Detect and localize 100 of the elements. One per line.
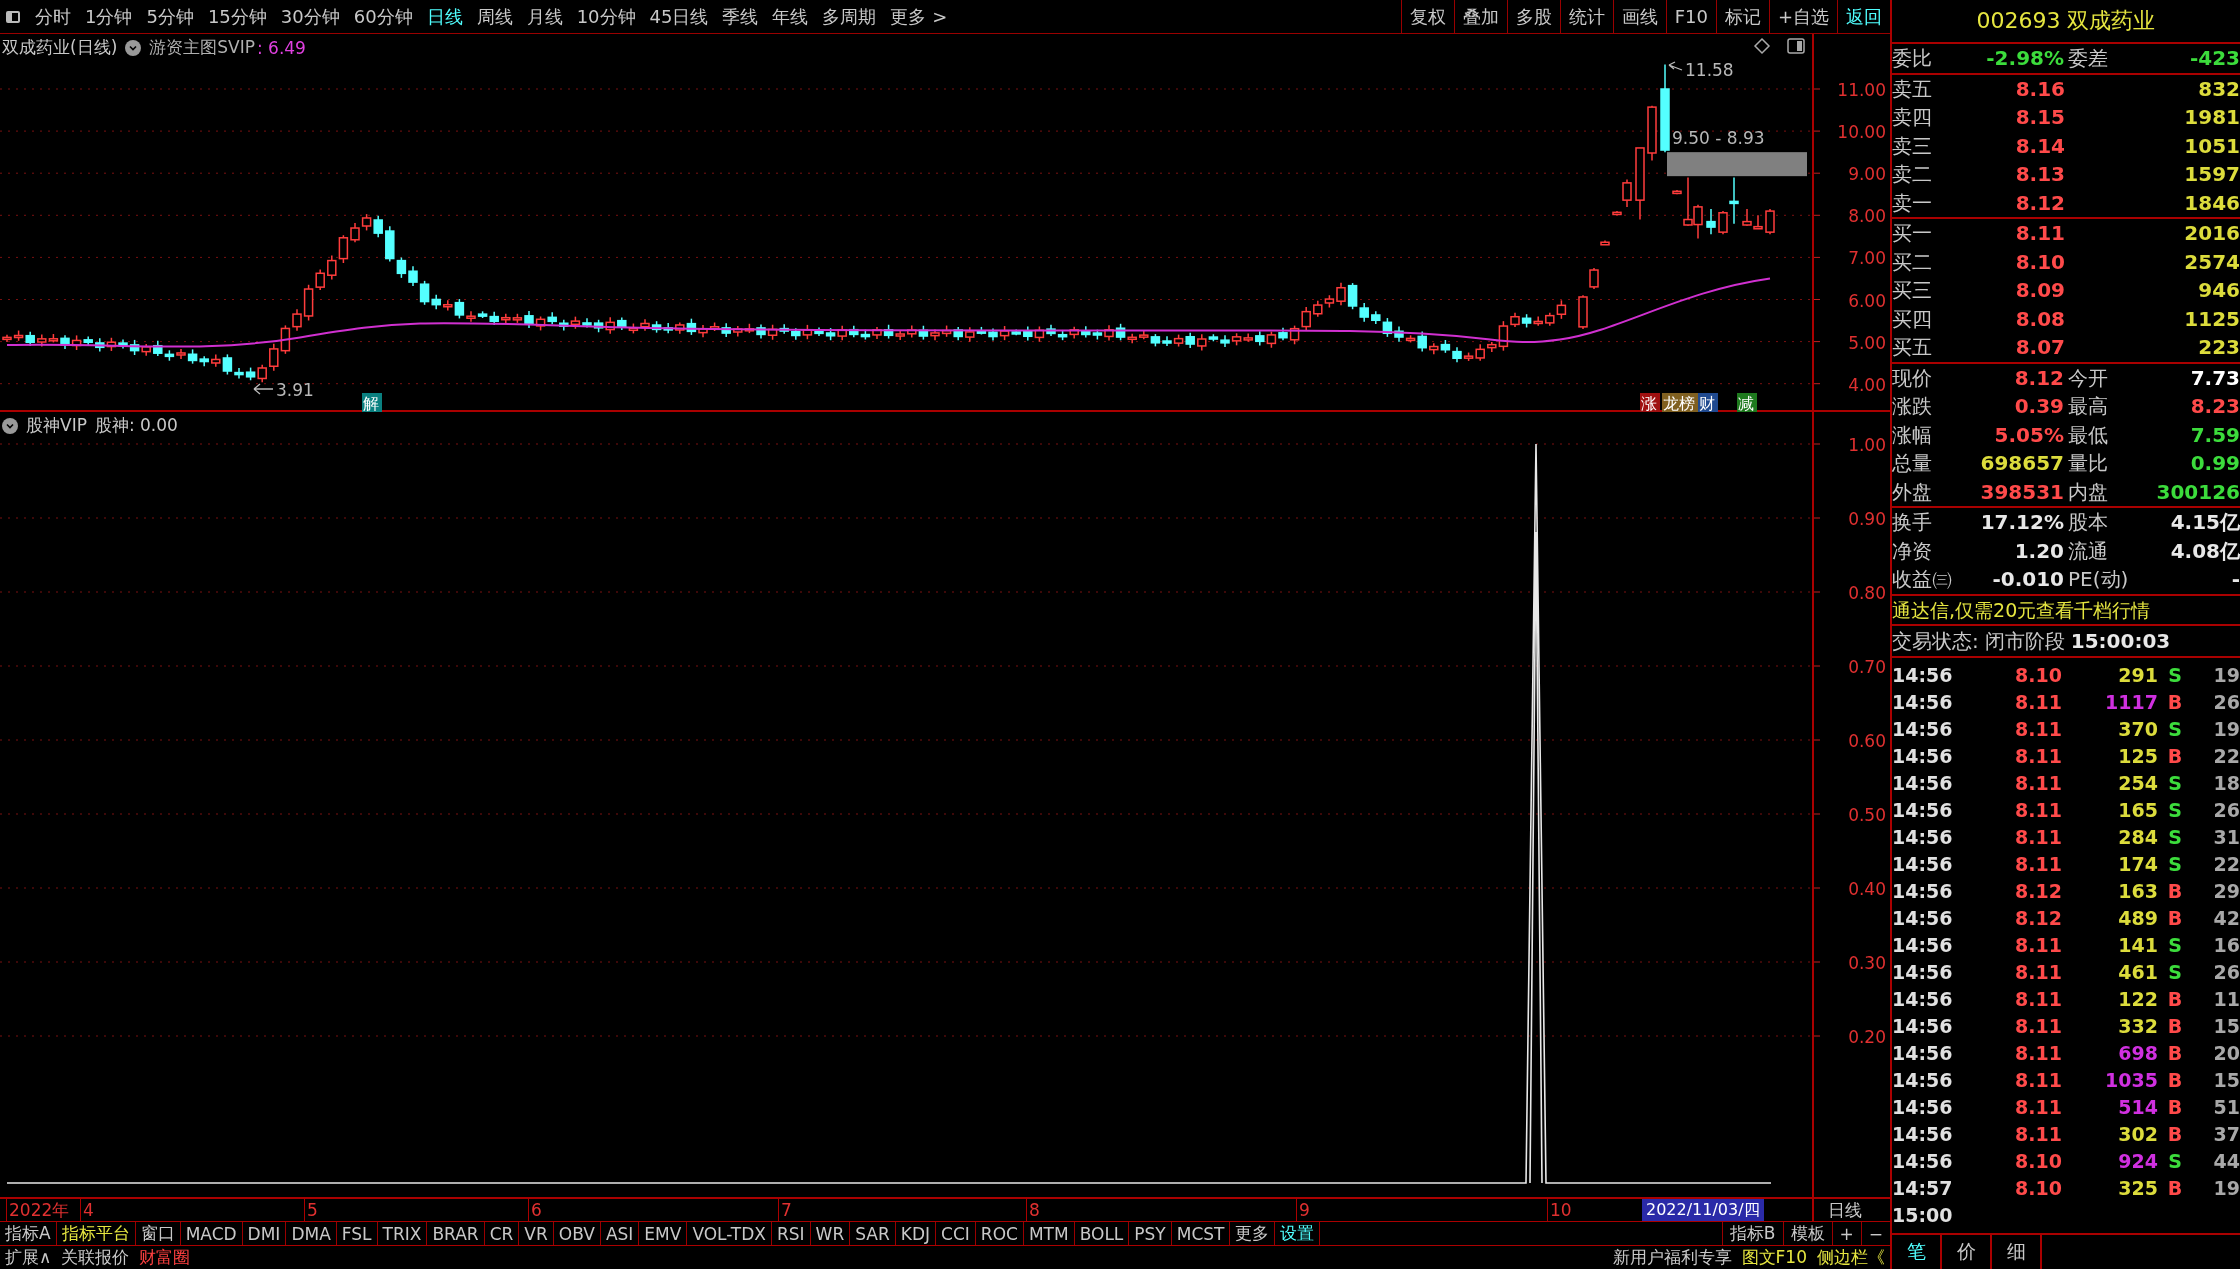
tick-volume: 514	[2117, 1094, 2158, 1120]
date-label: 9	[1296, 1199, 1310, 1221]
tick-time: 14:56	[1892, 1013, 1954, 1039]
tick-count: 15	[2212, 1067, 2240, 1093]
tick-price: 8.11	[2014, 1094, 2062, 1120]
current-date: 2022/11/03/四	[1642, 1199, 1764, 1221]
low-price-label: 3.91	[276, 380, 314, 400]
tick-price: 8.11	[2014, 743, 2062, 769]
tick-count: 20	[2212, 1040, 2240, 1066]
tick-time: 14:56	[1892, 959, 1954, 985]
event-tag[interactable]: 龙榜	[1662, 393, 1700, 412]
tick-count: 37	[2212, 1121, 2240, 1147]
tick-volume: 1117	[2104, 689, 2158, 715]
axis-label: 6.00	[1848, 290, 1886, 311]
order-price: 8.07	[2014, 334, 2065, 361]
tick-side: B	[2166, 1040, 2184, 1066]
field-value: 0.99	[2189, 450, 2240, 477]
tick-volume: 165	[2117, 797, 2158, 823]
tick-time: 14:56	[1892, 797, 1954, 823]
tick-time: 14:56	[1892, 986, 1954, 1012]
order-price: 8.08	[2014, 305, 2065, 333]
event-tag[interactable]: 财	[1698, 393, 1718, 412]
panel-toggle-icon[interactable]	[6, 10, 20, 23]
field-label: 换手	[1892, 509, 1933, 536]
tick-side: B	[2166, 1175, 2184, 1201]
tick-time: 14:56	[1892, 662, 1954, 688]
axis-label: 4.00	[1848, 374, 1886, 395]
axis-label: 10.00	[1837, 122, 1886, 143]
tick-count: 18	[2212, 770, 2240, 796]
date-label: 7	[778, 1199, 792, 1221]
order-volume: 832	[2197, 75, 2240, 103]
tick-price: 8.11	[2014, 932, 2062, 958]
date-label: 5	[304, 1199, 318, 1221]
date-label: 10	[1547, 1199, 1572, 1221]
dropdown-icon[interactable]	[125, 39, 142, 56]
field-value: 17.12%	[1979, 509, 2064, 536]
event-tag[interactable]: 解	[362, 393, 382, 412]
field-value: 1.20	[2013, 537, 2064, 565]
tick-time: 14:56	[1892, 689, 1954, 715]
order-price: 8.15	[2014, 104, 2065, 131]
indicator-name: 股神VIP	[26, 414, 87, 437]
tick-count: 19	[2212, 716, 2240, 742]
order-price: 8.13	[2014, 161, 2065, 188]
tick-side: B	[2166, 1067, 2184, 1093]
tick-price: 8.11	[2014, 824, 2062, 850]
order-volume: 1051	[2183, 132, 2240, 160]
axis-label: 0.60	[1848, 731, 1886, 751]
tick-price: 8.11	[2014, 1040, 2062, 1066]
tick-side: S	[2167, 851, 2183, 877]
date-label: 2022年	[6, 1199, 70, 1221]
order-volume: 2016	[2183, 220, 2240, 247]
field-value: -0.010	[1991, 566, 2064, 593]
event-tag[interactable]: 减	[1737, 393, 1757, 412]
tick-volume: 141	[2117, 932, 2158, 958]
tick-volume: 163	[2117, 878, 2158, 904]
axis-label: 0.40	[1848, 879, 1886, 899]
tick-count: 42	[2212, 905, 2240, 931]
field-label: 量比	[2068, 450, 2109, 477]
field-value: 4.15亿	[2169, 509, 2240, 536]
order-volume: 223	[2197, 334, 2240, 361]
order-price: 8.14	[2014, 132, 2065, 160]
tick-side: S	[2167, 1148, 2183, 1174]
field-label: 委比	[1892, 45, 1933, 72]
order-level: 卖五	[1892, 75, 1933, 103]
tick-count: 19	[2212, 1175, 2240, 1201]
field-value: 8.23	[2189, 393, 2240, 420]
field-value: -2.98%	[1985, 45, 2064, 72]
tick-time: 14:56	[1892, 1040, 1954, 1066]
tick-count: 26	[2212, 689, 2240, 715]
panel-icon[interactable]	[1787, 38, 1805, 54]
status-time: 15:00:03	[2070, 627, 2171, 655]
order-level: 买一	[1892, 220, 1933, 247]
tick-price: 8.11	[2014, 1067, 2062, 1093]
field-value: -423	[2188, 45, 2240, 72]
axis-label: 1.00	[1848, 435, 1886, 455]
tick-count: 11	[2212, 986, 2240, 1012]
dropdown-icon[interactable]	[2, 417, 18, 434]
tick-count: 44	[2212, 1148, 2240, 1174]
axis-label: 0.80	[1848, 583, 1886, 603]
tick-count: 15	[2212, 1013, 2240, 1039]
tick-time: 14:56	[1892, 770, 1954, 796]
tick-volume: 370	[2117, 716, 2158, 742]
tick-price: 8.10	[2014, 662, 2062, 688]
order-volume: 946	[2197, 277, 2240, 304]
axis-label: 5.00	[1848, 332, 1886, 353]
field-label: 净资	[1892, 537, 1933, 565]
tick-price: 8.12	[2014, 878, 2062, 904]
tick-price: 8.11	[2014, 797, 2062, 823]
tick-price: 8.12	[2014, 905, 2062, 931]
tick-price: 8.11	[2014, 770, 2062, 796]
tick-volume: 284	[2117, 824, 2158, 850]
tick-volume: 461	[2117, 959, 2158, 985]
tick-time: 15:00	[1892, 1202, 1954, 1228]
order-price: 8.11	[2014, 220, 2065, 247]
field-value: 0.39	[2013, 393, 2064, 420]
diamond-icon[interactable]	[1753, 37, 1771, 55]
field-value: 398531	[1979, 478, 2064, 506]
promo-link[interactable]: 通达信,仅需20元查看千档行情	[1892, 598, 2151, 621]
event-tag[interactable]: 涨	[1640, 393, 1660, 412]
field-value: 5.05%	[1993, 421, 2064, 449]
